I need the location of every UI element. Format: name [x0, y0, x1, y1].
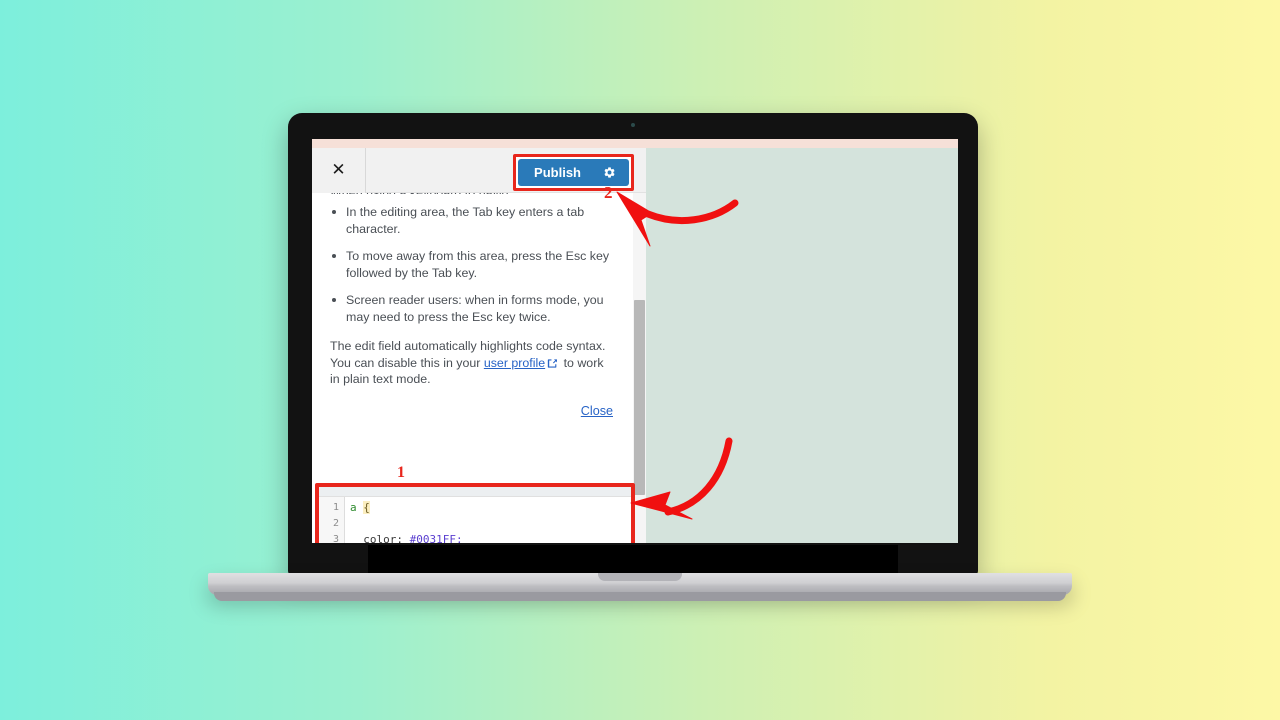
dialog-close-button[interactable]: ✕ [312, 147, 366, 193]
laptop-lid-bottom [368, 545, 898, 575]
browser-top-bar [312, 139, 958, 148]
editor-code-area[interactable]: 1 2 3 4 5 a { color: #0031FF; } [319, 497, 631, 543]
annotation-label-2: 2 [604, 183, 613, 202]
publish-button-label: Publish [534, 165, 581, 180]
dialog-scroll-content: When using a keyboard to navig In the ed… [312, 193, 633, 420]
code-line[interactable] [345, 516, 631, 532]
code-token-brace: { [363, 501, 370, 514]
editor-code-lines[interactable]: a { color: #0031FF; } [345, 497, 631, 543]
annotation-label-1: 1 [397, 464, 405, 481]
publish-button-region: Publish [513, 154, 634, 191]
editor-line-number-gutter: 1 2 3 4 5 [319, 497, 345, 543]
annotation-box-publish: Publish [513, 154, 634, 191]
code-token-selector: a [350, 501, 364, 514]
syntax-note-paragraph: The edit field automatically highlights … [330, 338, 615, 388]
publish-button[interactable]: Publish [518, 159, 629, 186]
list-item: Screen reader users: when in forms mode,… [330, 292, 615, 325]
dialog-header: ✕ Publish [312, 147, 646, 193]
user-profile-link[interactable]: user profile [484, 356, 545, 370]
external-link-icon [547, 358, 558, 368]
laptop-base-notch [598, 573, 682, 581]
dialog-body: When using a keyboard to navig In the ed… [312, 193, 646, 543]
editor-dialog: ✕ Publish In the editing area, the Tab k… [312, 147, 646, 543]
webcam-icon [631, 123, 635, 127]
laptop-screen: ✕ Publish In the editing area, the Tab k… [312, 139, 958, 543]
annotation-box-editor: 1 2 3 4 5 a { color: #0031FF; } [315, 483, 635, 543]
laptop-lid: ✕ Publish In the editing area, the Tab k… [288, 113, 978, 575]
gear-icon[interactable] [603, 166, 616, 179]
code-token-value: #0031FF; [409, 533, 463, 543]
line-number: 2 [332, 518, 339, 529]
code-token-prop: color: [350, 533, 410, 543]
code-line[interactable]: a { [345, 500, 631, 516]
css-code-editor[interactable]: 1 2 3 4 5 a { color: #0031FF; } [319, 487, 631, 543]
list-item: To move away from this area, press the E… [330, 248, 615, 281]
page-right-panel [646, 148, 958, 543]
close-link-row: Close [330, 402, 615, 420]
list-item: In the editing area, the Tab key enters … [330, 204, 615, 237]
clipped-heading-text: When using a keyboard to navig [330, 193, 615, 194]
line-number: 3 [332, 534, 339, 543]
scrollbar-thumb[interactable] [634, 300, 645, 495]
screenshot-stage: ✕ Publish In the editing area, the Tab k… [0, 0, 1280, 720]
close-link[interactable]: Close [581, 404, 613, 418]
laptop-base-front [214, 592, 1066, 601]
code-line[interactable]: color: #0031FF; [345, 532, 631, 543]
editor-toolbar [319, 487, 631, 497]
line-number: 1 [332, 502, 339, 513]
keyboard-tips-list: In the editing area, the Tab key enters … [330, 204, 615, 325]
